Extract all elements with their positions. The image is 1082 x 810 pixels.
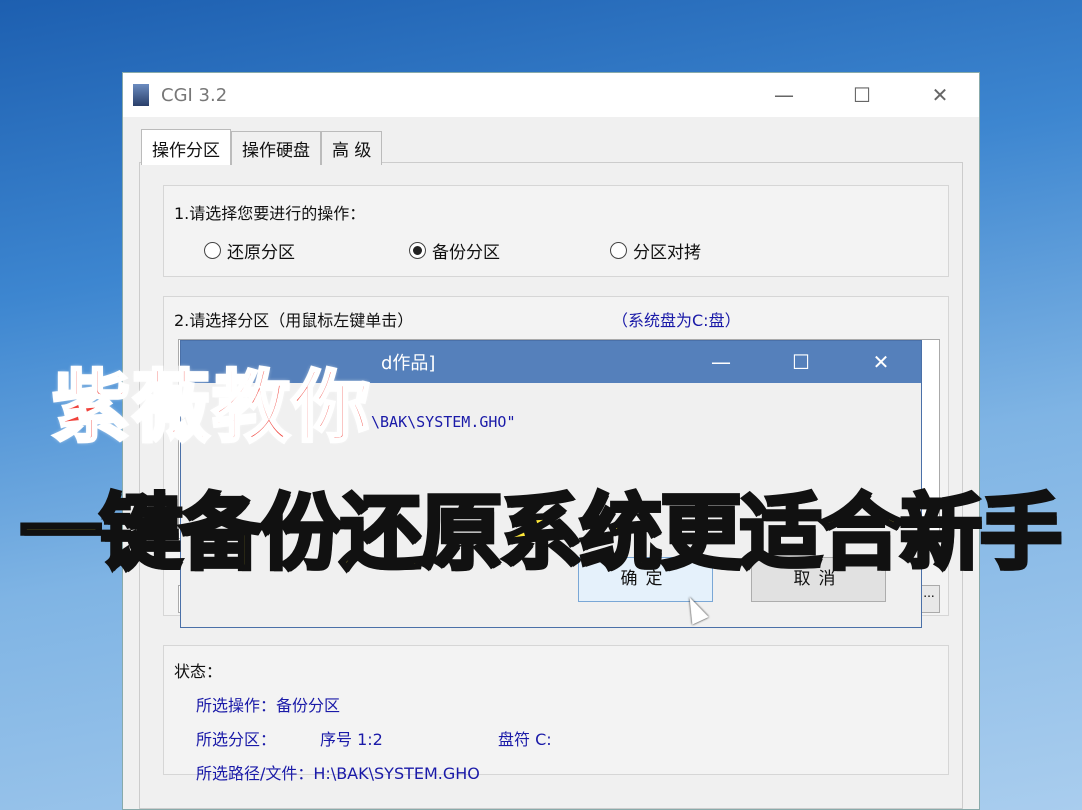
tab-bar: 操作分区 操作硬盘 高 级 <box>141 129 383 165</box>
app-icon <box>133 84 149 106</box>
tab-advanced[interactable]: 高 级 <box>321 131 383 165</box>
overlay-caption-2: 一键备份还原系统更适合新手 <box>18 484 1064 583</box>
overlay-caption-1: 紫薇教你 <box>50 362 373 455</box>
operation-group: 1.请选择您要进行的操作： 还原分区 备份分区 分区对拷 <box>163 185 949 277</box>
dialog-maximize-button[interactable]: ☐ <box>761 350 841 374</box>
radio-backup[interactable]: 备份分区 <box>409 238 500 263</box>
window-title: CGI 3.2 <box>161 84 228 106</box>
radio-icon <box>610 242 627 259</box>
radio-icon <box>409 242 426 259</box>
step1-label: 1.请选择您要进行的操作： <box>174 204 366 223</box>
system-disk-note: （系统盘为C:盘） <box>612 311 741 330</box>
dialog-title: d作品] <box>381 353 436 374</box>
status-path: 所选路径/文件：H:\BAK\SYSTEM.GHO <box>196 764 480 783</box>
step2-label: 2.请选择分区（用鼠标左键单击） <box>174 311 414 330</box>
status-label: 状态： <box>174 662 223 681</box>
minimize-button[interactable]: — <box>745 83 823 107</box>
dialog-minimize-button[interactable]: — <box>681 350 761 374</box>
status-drive: 盘符 C: <box>498 730 552 749</box>
tab-partition[interactable]: 操作分区 <box>141 129 231 165</box>
radio-label: 分区对拷 <box>633 243 701 263</box>
radio-copy[interactable]: 分区对拷 <box>610 238 701 263</box>
status-index: 序号 1:2 <box>320 730 383 749</box>
status-operation: 所选操作：备份分区 <box>196 696 341 715</box>
close-button[interactable]: ✕ <box>901 83 979 107</box>
title-bar: CGI 3.2 — ☐ ✕ <box>123 73 979 117</box>
maximize-button[interactable]: ☐ <box>823 83 901 107</box>
dialog-close-button[interactable]: ✕ <box>841 350 921 374</box>
status-group: 状态： 所选操作：备份分区 所选分区： 序号 1:2 盘符 C: 所选路径/文件… <box>163 645 949 783</box>
radio-label: 还原分区 <box>227 243 295 263</box>
radio-label: 备份分区 <box>432 243 500 263</box>
tab-disk[interactable]: 操作硬盘 <box>231 131 321 165</box>
dialog-message: \BAK\SYSTEM.GHO" <box>371 413 516 431</box>
radio-icon <box>204 242 221 259</box>
radio-restore[interactable]: 还原分区 <box>204 238 295 263</box>
status-partition-label: 所选分区： <box>196 730 277 749</box>
